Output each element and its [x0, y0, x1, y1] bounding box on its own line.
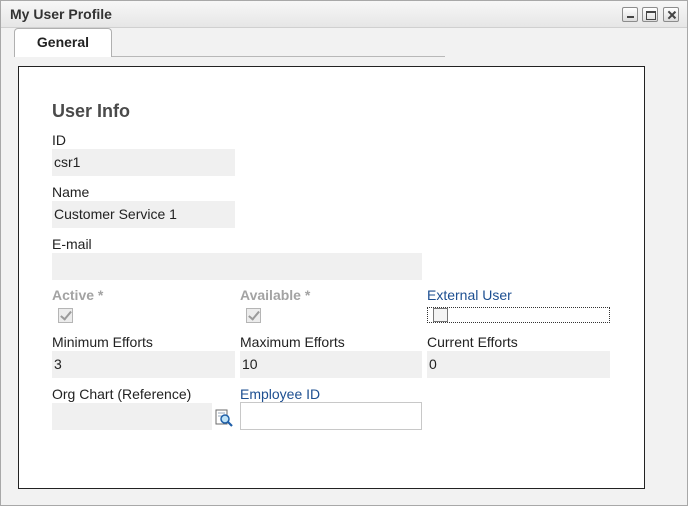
external-user-label: External User	[427, 287, 512, 303]
employee-id-label: Employee ID	[240, 386, 321, 402]
lookup-search-icon[interactable]	[215, 409, 233, 427]
employee-id-input[interactable]	[240, 402, 422, 430]
id-field: csr1	[52, 149, 235, 176]
active-label: Active *	[52, 287, 104, 303]
org-chart-label: Org Chart (Reference)	[52, 386, 192, 402]
tab-general[interactable]: General	[14, 28, 112, 57]
id-label: ID	[52, 132, 66, 148]
available-checkbox	[246, 308, 261, 323]
current-efforts-field: 0	[427, 351, 610, 378]
section-title: User Info	[52, 101, 131, 121]
active-checkbox	[58, 308, 73, 323]
external-user-focus-box[interactable]	[427, 307, 610, 323]
title-bar: My User Profile	[1, 1, 687, 28]
name-field: Customer Service 1	[52, 201, 235, 228]
external-user-checkbox[interactable]	[433, 308, 448, 322]
name-label: Name	[52, 184, 90, 200]
minimize-icon[interactable]	[622, 7, 638, 22]
available-label: Available *	[240, 287, 311, 303]
min-efforts-field: 3	[52, 351, 235, 378]
max-efforts-label: Maximum Efforts	[240, 334, 345, 350]
org-chart-field	[52, 403, 212, 430]
close-icon[interactable]	[663, 7, 679, 22]
email-field	[52, 253, 422, 280]
current-efforts-label: Current Efforts	[427, 334, 518, 350]
tab-general-label: General	[36, 34, 90, 50]
min-efforts-label: Minimum Efforts	[52, 334, 153, 350]
max-efforts-field: 10	[240, 351, 422, 378]
email-label: E-mail	[52, 236, 92, 252]
window-title: My User Profile	[10, 6, 112, 22]
maximize-icon[interactable]	[642, 7, 658, 22]
